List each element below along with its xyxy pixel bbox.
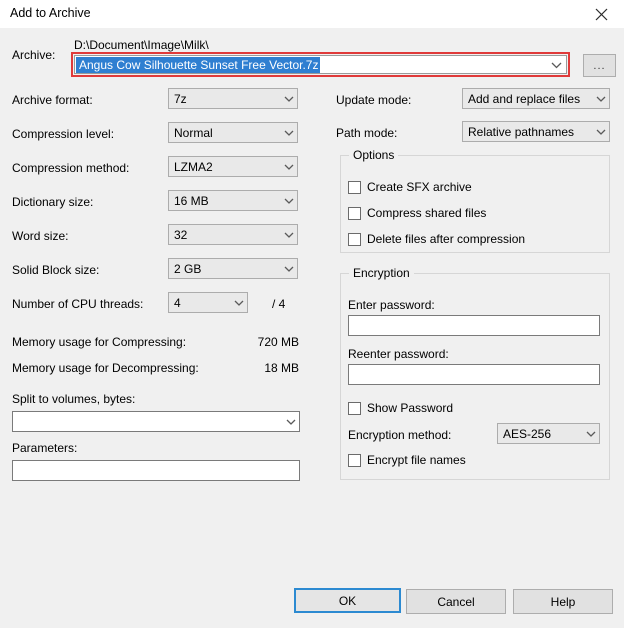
archive-label: Archive: [12, 48, 55, 62]
cpu-threads-combobox[interactable]: 4 [168, 292, 248, 313]
word-size-value: 32 [169, 228, 280, 242]
memory-decompressing-label: Memory usage for Decompressing: [12, 361, 199, 375]
word-size-label: Word size: [12, 229, 68, 243]
archive-format-value: 7z [169, 92, 280, 106]
archive-path: D:\Document\Image\Milk\ [74, 38, 209, 52]
add-to-archive-dialog: Add to Archive Archive: D:\Document\Imag… [0, 0, 624, 628]
chevron-down-icon [230, 300, 247, 306]
close-icon[interactable] [578, 0, 624, 28]
chevron-down-icon [582, 431, 599, 437]
cpu-threads-label: Number of CPU threads: [12, 297, 143, 311]
checkbox-box [348, 402, 361, 415]
chevron-down-icon [280, 198, 297, 204]
archive-format-label: Archive format: [12, 93, 93, 107]
chevron-down-icon [549, 59, 563, 72]
chevron-down-icon [592, 96, 609, 102]
titlebar-divider [0, 28, 624, 29]
path-mode-combobox[interactable]: Relative pathnames [462, 121, 610, 142]
parameters-input[interactable] [12, 460, 300, 481]
checkbox-create-sfx-archive[interactable]: Create SFX archive [348, 180, 472, 194]
dictionary-size-combobox[interactable]: 16 MB [168, 190, 298, 211]
parameters-label: Parameters: [12, 441, 77, 455]
chevron-down-icon [592, 129, 609, 135]
checkbox-box [348, 454, 361, 467]
archive-filename-value: Angus Cow Silhouette Sunset Free Vector.… [76, 57, 320, 73]
enter-password-label: Enter password: [348, 298, 435, 312]
path-mode-label: Path mode: [336, 126, 397, 140]
checkbox-box [348, 181, 361, 194]
word-size-combobox[interactable]: 32 [168, 224, 298, 245]
chevron-down-icon [280, 164, 297, 170]
chevron-down-icon [280, 232, 297, 238]
compression-level-value: Normal [169, 126, 280, 140]
dictionary-size-value: 16 MB [169, 194, 280, 208]
cancel-button[interactable]: Cancel [406, 589, 506, 614]
path-mode-value: Relative pathnames [463, 125, 592, 139]
checkbox-label: Show Password [367, 401, 453, 415]
archive-name-combobox[interactable]: Angus Cow Silhouette Sunset Free Vector.… [74, 55, 567, 74]
chevron-down-icon [280, 96, 297, 102]
chevron-down-icon [280, 266, 297, 272]
reenter-password-label: Reenter password: [348, 347, 449, 361]
browse-button[interactable]: ... [583, 54, 616, 77]
checkbox-box [348, 233, 361, 246]
dictionary-size-label: Dictionary size: [12, 195, 93, 209]
update-mode-combobox[interactable]: Add and replace files [462, 88, 610, 109]
encryption-method-value: AES-256 [498, 427, 582, 441]
help-button[interactable]: Help [513, 589, 613, 614]
checkbox-label: Create SFX archive [367, 180, 472, 194]
solid-block-size-combobox[interactable]: 2 GB [168, 258, 298, 279]
compression-level-label: Compression level: [12, 127, 114, 141]
cpu-threads-total: / 4 [272, 297, 285, 311]
archive-format-combobox[interactable]: 7z [168, 88, 298, 109]
title-bar: Add to Archive [0, 0, 624, 28]
checkbox-show-password[interactable]: Show Password [348, 401, 453, 415]
solid-block-size-label: Solid Block size: [12, 263, 99, 277]
checkbox-label: Encrypt file names [367, 453, 466, 467]
checkbox-delete-files-after-compression[interactable]: Delete files after compression [348, 232, 525, 246]
chevron-down-icon [280, 130, 297, 136]
checkbox-box [348, 207, 361, 220]
checkbox-label: Delete files after compression [367, 232, 525, 246]
encryption-method-combobox[interactable]: AES-256 [497, 423, 600, 444]
checkbox-compress-shared-files[interactable]: Compress shared files [348, 206, 486, 220]
solid-block-size-value: 2 GB [169, 262, 280, 276]
compression-method-combobox[interactable]: LZMA2 [168, 156, 298, 177]
options-groupbox-title: Options [349, 148, 398, 162]
update-mode-label: Update mode: [336, 93, 411, 107]
encryption-method-label: Encryption method: [348, 428, 451, 442]
checkbox-label: Compress shared files [367, 206, 486, 220]
update-mode-value: Add and replace files [463, 92, 592, 106]
split-volumes-combobox[interactable] [12, 411, 300, 432]
enter-password-input[interactable] [348, 315, 600, 336]
cpu-threads-value: 4 [169, 296, 230, 310]
reenter-password-input[interactable] [348, 364, 600, 385]
memory-compressing-label: Memory usage for Compressing: [12, 335, 186, 349]
compression-method-value: LZMA2 [169, 160, 280, 174]
encryption-groupbox-title: Encryption [349, 266, 414, 280]
split-volumes-label: Split to volumes, bytes: [12, 392, 135, 406]
memory-compressing-value: 720 MB [179, 335, 299, 349]
compression-method-label: Compression method: [12, 161, 129, 175]
ok-button[interactable]: OK [294, 588, 401, 613]
chevron-down-icon [282, 419, 299, 425]
checkbox-encrypt-file-names[interactable]: Encrypt file names [348, 453, 466, 467]
memory-decompressing-value: 18 MB [179, 361, 299, 375]
window-title: Add to Archive [10, 6, 91, 20]
compression-level-combobox[interactable]: Normal [168, 122, 298, 143]
